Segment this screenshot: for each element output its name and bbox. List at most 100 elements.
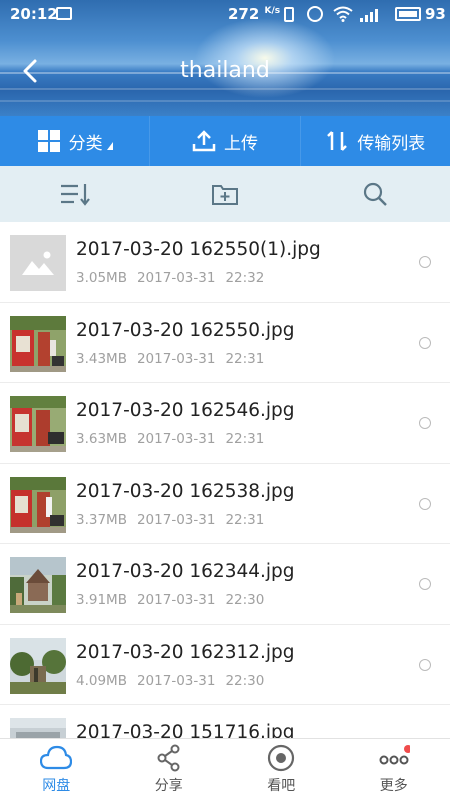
photo-thumbnail — [10, 718, 66, 738]
file-date: 2017-03-31 — [136, 511, 216, 528]
select-radio[interactable] — [419, 336, 431, 349]
status-bar: 20:12 272 K/s 93 — [0, 0, 450, 30]
image-placeholder-icon — [22, 251, 54, 275]
file-name: 2017-03-20 162312.jpg — [76, 641, 295, 663]
file-size: 3.37MB — [76, 511, 127, 528]
search-icon — [363, 182, 387, 206]
shrine-photo-icon — [10, 315, 66, 372]
file-row[interactable]: 2017-03-20 162312.jpg 4.09MB 2017-03-31 22… — [0, 625, 450, 705]
file-meta: 3.05MB 2017-03-31 22:32 — [76, 270, 274, 286]
network-speed-unit: K/s — [264, 6, 281, 16]
shrine-photo-icon — [10, 396, 66, 452]
signal-icon — [360, 7, 382, 22]
nav-watch[interactable]: 看吧 — [225, 739, 338, 800]
file-time: 22:31 — [225, 431, 265, 447]
select-radio[interactable] — [419, 578, 431, 590]
new-folder-button[interactable] — [150, 166, 300, 222]
photo-thumbnail — [10, 315, 66, 372]
building-photo-icon — [10, 718, 66, 738]
sort-button[interactable] — [0, 166, 150, 222]
folder-toolbar: 分类 上传 传输列表 — [0, 116, 450, 166]
network-speed-value: 272 — [228, 5, 260, 23]
file-meta: 3.43MB 2017-03-31 22:31 — [76, 351, 274, 367]
select-radio[interactable] — [419, 497, 431, 510]
notification-badge — [403, 745, 410, 753]
file-list: 2017-03-20 162550(1).jpg 3.05MB 2017-03-3… — [0, 222, 450, 738]
nav-more[interactable]: 更多 — [338, 739, 450, 800]
file-name: 2017-03-20 162538.jpg — [76, 480, 295, 502]
new-folder-icon — [212, 185, 238, 205]
file-time: 22:31 — [225, 350, 265, 367]
bottom-navigation: 网盘 分享 看吧 更多 — [0, 738, 450, 800]
photo-thumbnail — [10, 557, 66, 613]
file-date: 2017-03-31 — [136, 672, 216, 689]
nav-label: 分享 — [154, 778, 183, 794]
file-size: 3.43MB — [76, 350, 127, 367]
file-row[interactable]: 2017-03-20 162550(1).jpg 3.05MB 2017-03-3… — [0, 222, 450, 303]
category-button[interactable]: 分类 — [0, 116, 151, 166]
file-meta: 4.09MB 2017-03-31 22:30 — [76, 673, 274, 689]
upload-label: 上传 — [223, 133, 258, 154]
file-row[interactable]: 2017-03-20 162546.jpg 3.63MB 2017-03-31 22… — [0, 383, 450, 464]
vibrate-icon — [284, 7, 294, 22]
battery-level: 93 — [425, 5, 446, 23]
sort-icon — [61, 184, 90, 206]
file-name: 2017-03-20 162344.jpg — [76, 561, 295, 582]
nav-label: 网盘 — [42, 778, 71, 794]
file-date: 2017-03-31 — [136, 270, 216, 286]
nav-label: 看吧 — [267, 778, 296, 794]
eye-icon — [268, 744, 295, 772]
grid-icon — [37, 130, 60, 152]
file-size: 3.05MB — [76, 270, 127, 286]
file-size: 3.91MB — [76, 592, 127, 608]
photo-thumbnail — [10, 476, 66, 533]
file-meta: 3.37MB 2017-03-31 22:31 — [76, 512, 274, 528]
file-date: 2017-03-31 — [136, 350, 216, 367]
upload-button[interactable]: 上传 — [150, 116, 301, 166]
photo-thumbnail — [10, 396, 66, 452]
select-radio[interactable] — [419, 658, 431, 671]
folder-title: thailand — [180, 58, 270, 83]
file-time: 22:32 — [225, 270, 265, 286]
file-name: 2017-03-20 162550(1).jpg — [76, 239, 321, 260]
file-name: 2017-03-20 151716.jpg — [76, 722, 295, 738]
more-icon — [379, 745, 410, 765]
nav-cloud-drive[interactable]: 网盘 — [0, 739, 113, 800]
nav-label: 更多 — [379, 778, 408, 794]
transfer-list-label: 传输列表 — [357, 133, 426, 154]
dropdown-caret-icon — [106, 142, 113, 150]
wifi-icon — [333, 6, 353, 22]
file-date: 2017-03-31 — [136, 431, 216, 447]
file-meta: 3.63MB 2017-03-31 22:31 — [76, 431, 274, 447]
image-placeholder-thumbnail — [10, 235, 66, 291]
transfer-list-button[interactable]: 传输列表 — [301, 116, 450, 166]
header-banner: 20:12 272 K/s 93 thailand — [0, 0, 450, 116]
header-wave — [0, 88, 450, 90]
temple-photo-icon — [10, 557, 66, 613]
nav-share[interactable]: 分享 — [113, 739, 226, 800]
share-icon — [157, 744, 180, 772]
file-time: 22:30 — [225, 592, 265, 608]
garden-photo-icon — [10, 637, 66, 694]
file-name: 2017-03-20 162546.jpg — [76, 400, 295, 421]
network-speed: 272 K/s — [228, 5, 280, 23]
file-time: 22:31 — [225, 511, 265, 528]
header-wave — [0, 100, 450, 102]
file-row[interactable]: 2017-03-20 162344.jpg 3.91MB 2017-03-31 22… — [0, 544, 450, 625]
photo-thumbnail — [10, 637, 66, 694]
file-size: 3.63MB — [76, 431, 127, 447]
file-size: 4.09MB — [76, 672, 127, 689]
alarm-icon — [307, 6, 323, 22]
battery-icon — [395, 7, 421, 21]
select-radio[interactable] — [419, 417, 431, 429]
file-row[interactable]: 2017-03-20 162550.jpg 3.43MB 2017-03-31 22… — [0, 303, 450, 383]
file-row[interactable]: 2017-03-20 151716.jpg — [0, 705, 450, 738]
file-row[interactable]: 2017-03-20 162538.jpg 3.37MB 2017-03-31 22… — [0, 464, 450, 544]
transfer-arrows-icon — [327, 131, 348, 151]
file-meta: 3.91MB 2017-03-31 22:30 — [76, 592, 274, 608]
status-time: 20:12 — [10, 5, 58, 23]
search-button[interactable] — [300, 166, 450, 222]
upload-icon — [192, 130, 216, 152]
select-radio[interactable] — [419, 256, 431, 268]
cloud-icon — [40, 745, 73, 770]
